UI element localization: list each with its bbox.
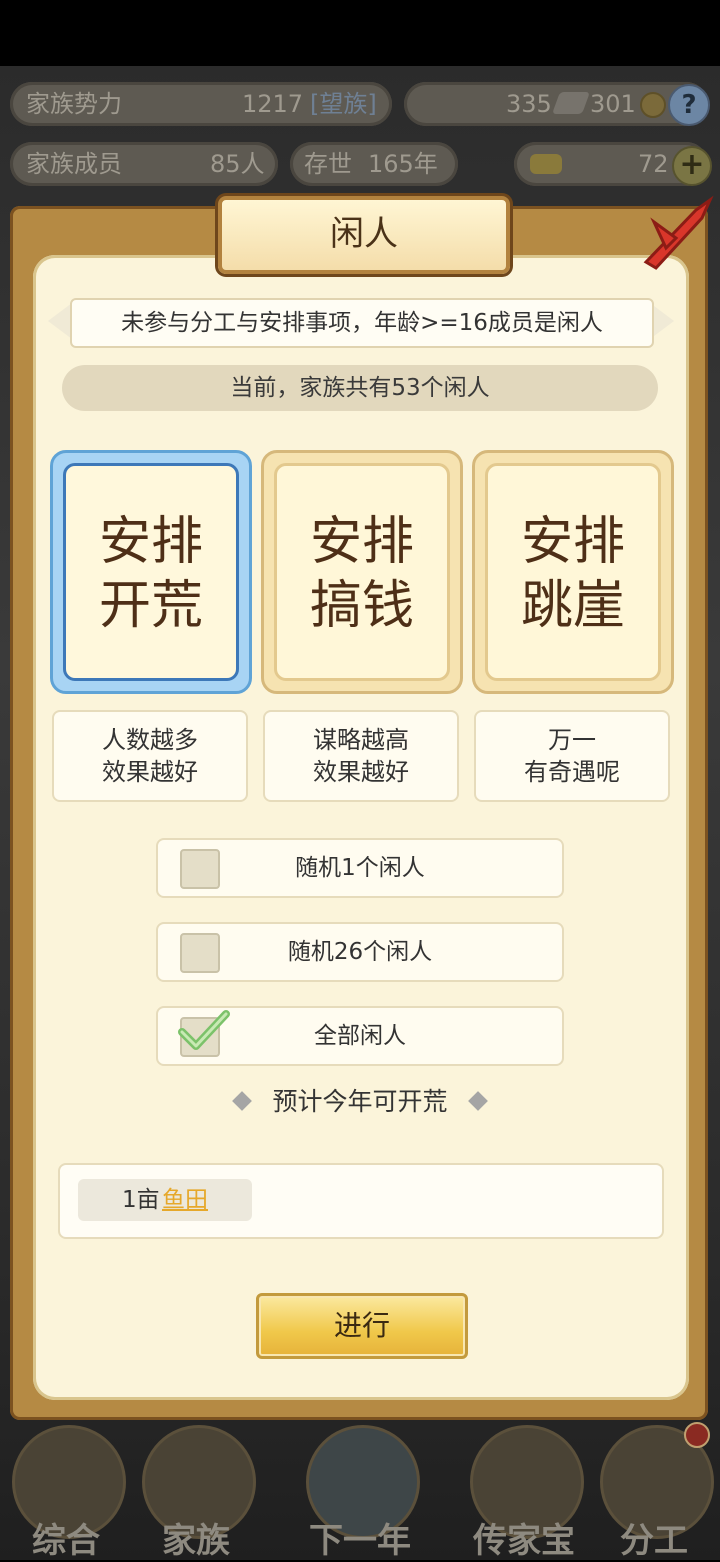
option-cliff-inner: 安排 跳崖 [485, 463, 661, 681]
idle-description: 未参与分工与安排事项，年龄>=16成员是闲人 [70, 298, 654, 348]
option-cliff-hint: 万一 有奇遇呢 [474, 710, 670, 802]
notification-dot [684, 1422, 710, 1448]
result-item-link[interactable]: 鱼田 [162, 1179, 208, 1221]
nav-heirloom[interactable]: 传家宝 [464, 1425, 584, 1561]
resource1-value: 335 [506, 90, 552, 118]
choice-random-1[interactable]: 随机1个闲人 [156, 838, 564, 898]
ingot-icon [551, 92, 591, 114]
option-money-card[interactable]: 安排 搞钱 [261, 450, 463, 694]
family-age-pill[interactable]: 存世 165年 [290, 142, 458, 186]
option-cultivate-card[interactable]: 安排 开荒 [50, 450, 252, 694]
nav-family[interactable]: 家族 [136, 1425, 256, 1561]
choice-random-26[interactable]: 随机26个闲人 [156, 922, 564, 982]
nav-overview-label: 综合 [32, 1521, 100, 1561]
family-age-value: 165年 [368, 150, 438, 178]
result-chip: 1亩 鱼田 [78, 1179, 252, 1221]
help-icon[interactable]: ? [668, 84, 710, 126]
family-power-rank: [望族] [310, 90, 377, 118]
choice-random-26-label: 随机26个闲人 [287, 939, 433, 965]
proceed-button[interactable]: 进行 [256, 1293, 468, 1359]
family-power-label: 家族势力 [26, 90, 122, 118]
family-members-pill[interactable]: 家族成员 85人 [10, 142, 278, 186]
nav-heirloom-label: 传家宝 [473, 1521, 575, 1561]
option-money-hint: 谋略越高 效果越好 [263, 710, 459, 802]
nav-next-year[interactable]: 下一年 [300, 1425, 420, 1561]
option-money-label: 安排 搞钱 [309, 512, 414, 636]
coin-icon [640, 92, 666, 118]
option-money-inner: 安排 搞钱 [274, 463, 450, 681]
idle-count-bar: 当前，家族共有53个闲人 [62, 365, 658, 411]
checkmark-icon [178, 1010, 230, 1050]
add-gold-plus-icon[interactable]: + [672, 146, 712, 186]
status-bar [0, 0, 720, 66]
result-count: 1亩 [122, 1187, 160, 1213]
family-members-value: 85人 [210, 150, 265, 178]
option-cultivate-inner: 安排 开荒 [63, 463, 239, 681]
nav-next-year-label: 下一年 [309, 1521, 411, 1561]
family-age-label: 存世 [304, 150, 352, 178]
option-cliff-label: 安排 跳崖 [520, 512, 625, 636]
checkbox-random-1[interactable] [180, 849, 220, 889]
ribbon-left-tip [48, 303, 72, 339]
nav-overview[interactable]: 综合 [6, 1425, 126, 1561]
gold-value: 72 [638, 150, 669, 178]
choice-all-idle[interactable]: 全部闲人 [156, 1006, 564, 1066]
choice-random-1-label: 随机1个闲人 [295, 855, 425, 881]
checkbox-random-26[interactable] [180, 933, 220, 973]
option-cultivate-label: 安排 开荒 [98, 512, 203, 636]
nav-family-label: 家族 [162, 1521, 230, 1561]
family-members-label: 家族成员 [26, 150, 122, 178]
family-power-value: 1217 [242, 90, 304, 118]
resource2-value: 301 [590, 90, 636, 118]
result-box: 1亩 鱼田 [58, 1163, 664, 1239]
dialog-title: 闲人 [218, 196, 510, 274]
gold-ingot-icon [530, 154, 562, 174]
choice-all-idle-label: 全部闲人 [314, 1023, 406, 1049]
option-cliff-card[interactable]: 安排 跳崖 [472, 450, 674, 694]
option-cultivate-hint: 人数越多 效果越好 [52, 710, 248, 802]
family-power-pill[interactable]: 家族势力 1217 [望族] [10, 82, 392, 126]
close-icon[interactable] [636, 192, 720, 276]
resource-pill[interactable]: 335 301 [404, 82, 708, 126]
nav-division-label: 分工 [620, 1521, 688, 1561]
